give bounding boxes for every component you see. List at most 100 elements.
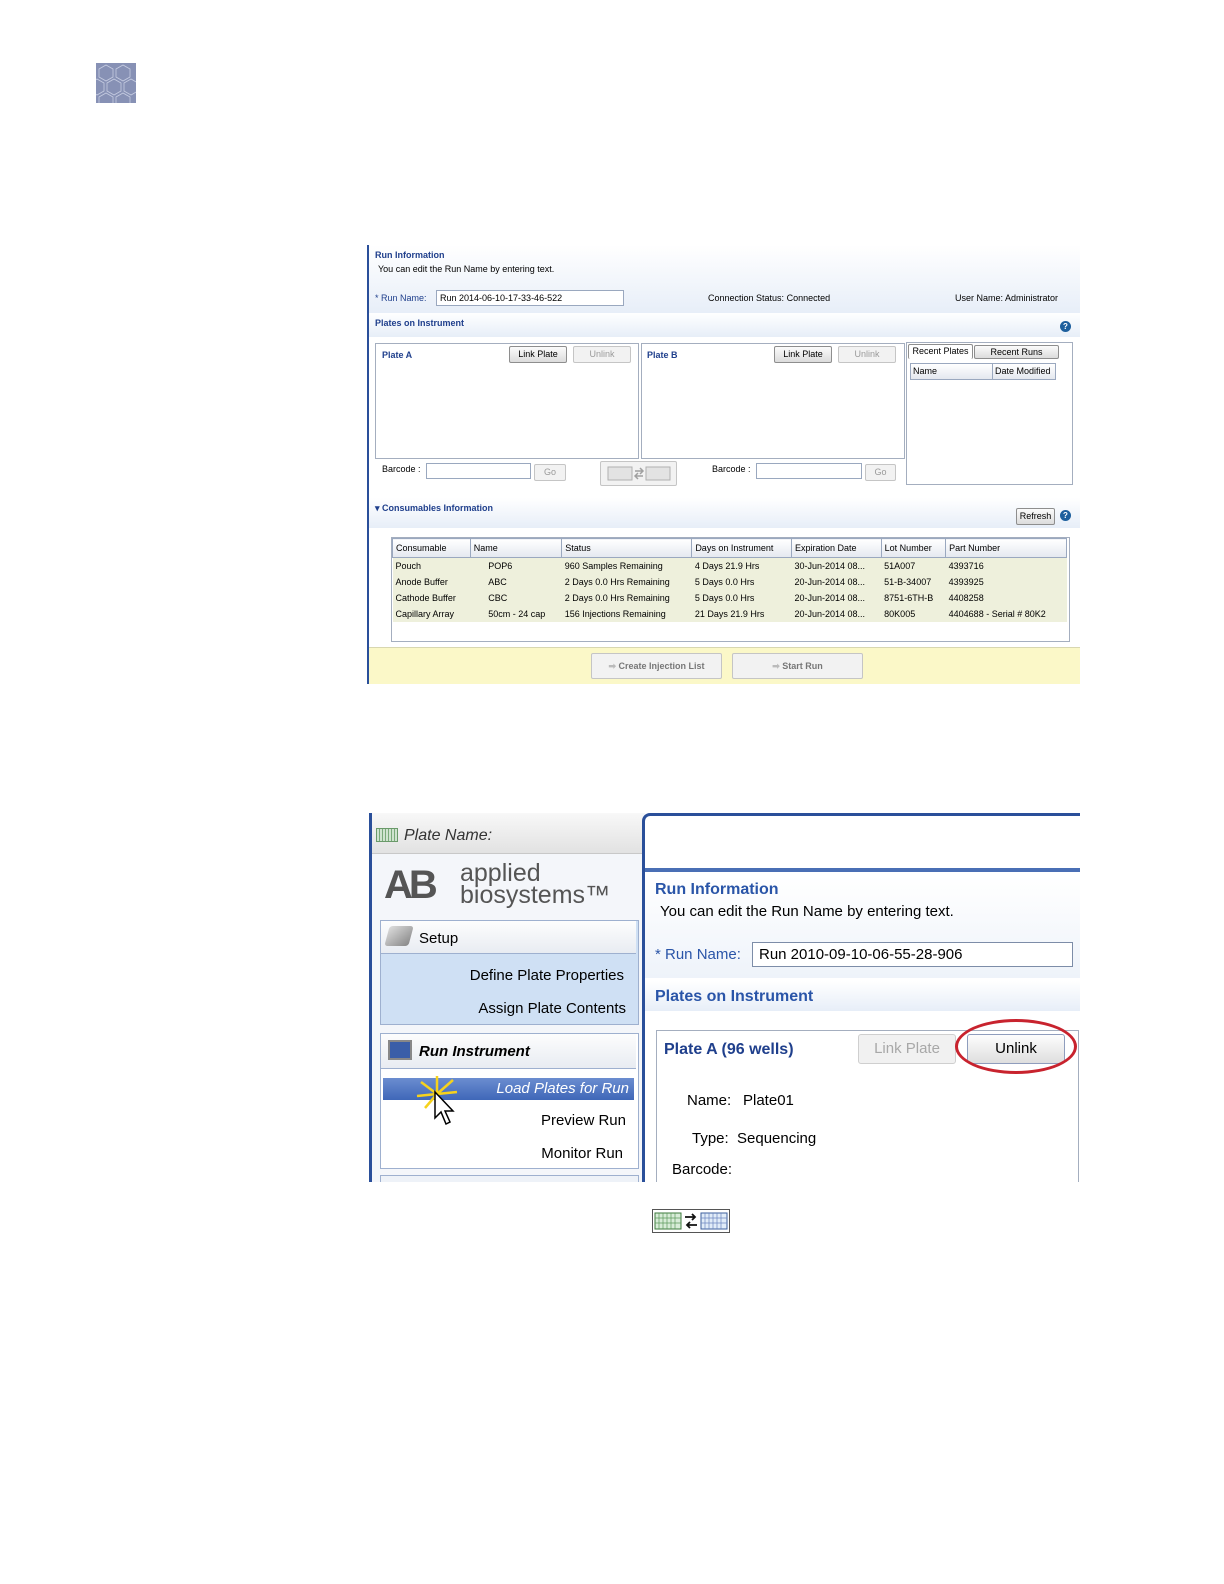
nav-assign-plate-contents[interactable]: Assign Plate Contents xyxy=(478,1000,626,1017)
plate-barcode-label: Barcode: xyxy=(672,1161,733,1178)
recent-column-date-modified[interactable]: Date Modified xyxy=(995,366,1051,376)
create-injection-list-button[interactable]: ➡ Create Injection List xyxy=(591,653,722,679)
column-header[interactable]: Part Number xyxy=(945,538,1067,558)
run-name-label: * Run Name: xyxy=(375,293,427,303)
column-header[interactable]: Days on Instrument xyxy=(691,538,792,558)
table-row[interactable]: Cathode Buffer CBC 2 Days 0.0 Hrs Remainin… xyxy=(392,590,1067,606)
brand-mark: AB xyxy=(384,863,438,907)
consumables-title-text: Consumables Information xyxy=(382,503,494,513)
run-information-panel: Run Information You can edit the Run Nam… xyxy=(369,245,1080,313)
plate-a-panel: Plate A (96 wells) Link Plate Unlink Nam… xyxy=(656,1019,1079,1182)
plate-a-panel: Plate A Link Plate Unlink xyxy=(375,343,639,459)
column-header[interactable]: Status xyxy=(561,538,693,558)
nav-preview-run[interactable]: Preview Run xyxy=(541,1112,626,1129)
table-cell: 20-Jun-2014 08... xyxy=(791,590,882,606)
table-cell: 156 Injections Remaining xyxy=(561,606,692,622)
table-cell: Anode Buffer xyxy=(392,574,471,590)
collapse-arrow-icon[interactable]: ▾ xyxy=(375,503,382,513)
plate-b-label: Plate B xyxy=(647,350,678,360)
tab-recent-runs[interactable]: Recent Runs xyxy=(974,345,1059,359)
column-header[interactable]: Name xyxy=(469,538,563,558)
table-cell: 5 Days 0.0 Hrs xyxy=(691,574,792,590)
plate-a-link-button[interactable]: Link Plate xyxy=(509,346,567,363)
table-row[interactable]: Capillary Array 50cm - 24 cap 156 Injectio… xyxy=(392,606,1067,622)
help-icon[interactable]: ? xyxy=(1060,321,1071,332)
column-header[interactable]: Lot Number xyxy=(880,538,947,558)
table-row[interactable]: Pouch POP6 960 Samples Remaining 4 Days 21.… xyxy=(392,557,1067,574)
consumables-title[interactable]: ▾ Consumables Information xyxy=(375,503,493,514)
create-injection-list-label: Create Injection List xyxy=(618,661,705,671)
start-run-button[interactable]: ➡ Start Run xyxy=(732,653,863,679)
table-cell: ABC xyxy=(470,574,562,590)
run-name-instruction: You can edit the Run Name by entering te… xyxy=(660,903,954,920)
run-instrument-screen-small: Run Information You can edit the Run Nam… xyxy=(367,245,1080,684)
plate-grid-icon xyxy=(376,828,398,842)
table-cell: 21 Days 21.9 Hrs xyxy=(691,606,792,622)
plate-b-unlink-button[interactable]: Unlink xyxy=(838,346,896,363)
consumables-header-row: Consumable Name Status Days on Instrument Ex… xyxy=(392,538,1067,558)
refresh-button[interactable]: Refresh xyxy=(1016,508,1055,525)
table-row[interactable]: Anode Buffer ABC 2 Days 0.0 Hrs Remaining 5… xyxy=(392,574,1067,590)
table-cell: 4408258 xyxy=(945,590,1067,606)
connection-status-label: Connection Status: xyxy=(708,293,785,303)
plate-b-barcode-label: Barcode : xyxy=(712,464,751,474)
plate-b-link-button[interactable]: Link Plate xyxy=(774,346,832,363)
load-plates-label: Load Plates for Run xyxy=(496,1080,629,1097)
table-cell: 2 Days 0.0 Hrs Remaining xyxy=(561,590,692,606)
run-information-title: Run Information xyxy=(375,250,445,260)
plate-type-label: Type: xyxy=(692,1130,729,1147)
brand-line2: biosystems™ xyxy=(460,881,611,909)
navigation-pane: Plate Name: AB applied biosystems™ Setup… xyxy=(369,813,645,1182)
plate-a-label: Plate A (96 wells) xyxy=(664,1041,794,1058)
swap-plates-icon[interactable] xyxy=(600,461,677,486)
table-cell: Pouch xyxy=(392,557,471,574)
plate-b-barcode-field[interactable] xyxy=(756,463,862,479)
start-run-label: Start Run xyxy=(782,661,823,671)
link-plate-button[interactable]: Link Plate xyxy=(858,1034,956,1064)
connection-status-value: Connected xyxy=(786,293,831,303)
table-cell: 5 Days 0.0 Hrs xyxy=(691,590,792,606)
run-name-field[interactable]: Run 2014-06-10-17-33-46-522 xyxy=(436,290,624,306)
table-cell: 4404688 - Serial # 80K2 xyxy=(945,606,1067,622)
run-instrument-label: Run Instrument xyxy=(419,1043,530,1060)
unlink-highlight-circle xyxy=(955,1019,1077,1074)
plates-on-instrument-title: Plates on Instrument xyxy=(375,318,465,328)
arrow-right-icon: ➡ xyxy=(608,661,619,671)
run-instrument-header[interactable]: Run Instrument xyxy=(381,1034,636,1069)
user-name-value: Administrator xyxy=(1005,293,1059,303)
divider xyxy=(645,868,1080,872)
consumables-header: ▾ Consumables Information Refresh ? xyxy=(369,498,1080,528)
plate-name-value: Plate01 xyxy=(743,1092,794,1109)
run-name-instruction: You can edit the Run Name by entering te… xyxy=(378,264,555,274)
nav-define-plate-properties[interactable]: Define Plate Properties xyxy=(470,967,624,984)
plate-a-barcode-field[interactable] xyxy=(426,463,531,479)
recent-panel: Recent Plates Recent Runs Name Date Modi… xyxy=(906,342,1073,485)
run-information-panel: Run Information You can edit the Run Nam… xyxy=(645,876,1080,978)
table-cell: 8751-6TH-B xyxy=(881,590,946,606)
setup-header[interactable]: Setup xyxy=(381,921,636,954)
plate-b-go-button[interactable]: Go xyxy=(865,464,896,481)
table-cell: 2 Days 0.0 Hrs Remaining xyxy=(561,574,692,590)
tab-recent-plates[interactable]: Recent Plates xyxy=(908,344,973,359)
column-header[interactable]: Consumable xyxy=(392,538,471,558)
help-icon[interactable]: ? xyxy=(1060,510,1071,521)
table-cell: 4 Days 21.9 Hrs xyxy=(691,557,792,574)
consumables-table: Consumable Name Status Days on Instrument Ex… xyxy=(392,538,1067,622)
arrow-right-icon: ➡ xyxy=(772,661,783,671)
nav-monitor-run[interactable]: Monitor Run xyxy=(541,1145,623,1162)
table-cell: POP6 xyxy=(470,557,562,574)
plate-a-go-button[interactable]: Go xyxy=(534,464,566,481)
plate-type-value: Sequencing xyxy=(737,1130,817,1147)
setup-group: Setup Define Plate Properties Assign Pla… xyxy=(380,920,639,1025)
table-cell: Capillary Array xyxy=(392,606,471,622)
recent-column-name[interactable]: Name xyxy=(913,366,937,376)
table-cell: Cathode Buffer xyxy=(392,590,471,606)
column-header[interactable]: Expiration Date xyxy=(790,538,882,558)
setup-icon xyxy=(384,926,414,946)
table-cell: 51-B-34007 xyxy=(881,574,946,590)
table-cell: 20-Jun-2014 08... xyxy=(791,574,882,590)
plate-a-unlink-button[interactable]: Unlink xyxy=(573,346,631,363)
run-name-field[interactable]: Run 2010-09-10-06-55-28-906 xyxy=(752,942,1073,967)
user-name: User Name: Administrator xyxy=(955,293,1058,303)
plates-on-instrument-header: Plates on Instrument ? xyxy=(369,313,1080,337)
